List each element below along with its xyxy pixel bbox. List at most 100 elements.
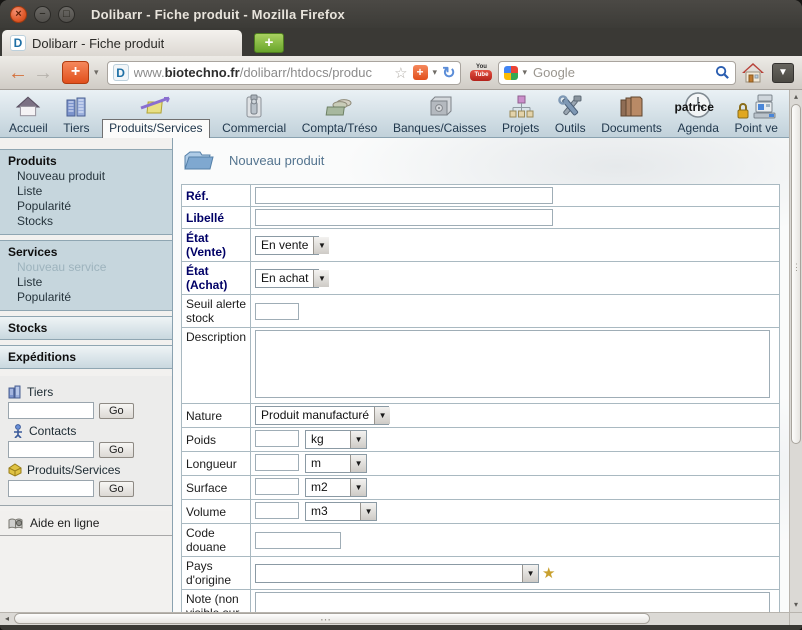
etat-achat-select[interactable]: En achat ▼ bbox=[255, 269, 319, 288]
search-box[interactable]: ▾ bbox=[498, 61, 736, 85]
sidebar-item-nouveau-produit[interactable]: Nouveau produit bbox=[0, 169, 172, 184]
menu-block-stocks[interactable]: Stocks bbox=[0, 316, 172, 340]
menu-label: Banques/Caisses bbox=[390, 120, 489, 136]
url-bar[interactable]: D www.biotechno.fr/dolibarr/htdocs/produ… bbox=[107, 61, 462, 85]
scroll-down-arrow-icon[interactable]: ▾ bbox=[790, 598, 802, 612]
sidebar-item-liste-services[interactable]: Liste bbox=[0, 275, 172, 290]
menu-item-agenda[interactable]: patrice Agenda bbox=[673, 91, 724, 137]
sidebar-item-popularite-produits[interactable]: Popularité bbox=[0, 199, 172, 214]
poids-input[interactable] bbox=[255, 430, 299, 447]
form-row-etat-achat: État (Achat) En achat ▼ bbox=[182, 262, 780, 295]
volume-unit-select[interactable]: m3▼ bbox=[305, 502, 377, 521]
nature-select[interactable]: Produit manufacturé ▼ bbox=[255, 406, 389, 425]
favorite-star-icon[interactable]: ★ bbox=[542, 565, 555, 582]
products-go-button[interactable]: Go bbox=[99, 481, 134, 497]
poids-unit-value: kg bbox=[306, 431, 350, 448]
close-button[interactable]: × bbox=[10, 6, 27, 23]
pays-select[interactable]: ▼ bbox=[255, 564, 539, 583]
back-button[interactable]: ← bbox=[8, 63, 28, 83]
download-button[interactable]: ▼ bbox=[772, 63, 794, 83]
contacts-search-input[interactable] bbox=[8, 441, 94, 458]
tab-dolibarr[interactable]: D Dolibarr - Fiche produit bbox=[2, 30, 242, 56]
vertical-scrollbar[interactable]: ▴ ⋮ ▾ bbox=[789, 90, 802, 612]
search-input[interactable] bbox=[531, 64, 711, 81]
maximize-button[interactable]: □ bbox=[58, 6, 75, 23]
etat-vente-select[interactable]: En vente ▼ bbox=[255, 236, 319, 255]
vertical-scrollbar-thumb[interactable]: ⋮ bbox=[791, 104, 801, 444]
select-caret-icon: ▼ bbox=[313, 237, 329, 254]
sidebar-item-stocks[interactable]: Stocks bbox=[0, 214, 172, 229]
description-textarea[interactable] bbox=[255, 330, 770, 398]
search-engine-caret-icon[interactable]: ▾ bbox=[522, 67, 527, 78]
menu-item-accueil[interactable]: Accueil bbox=[4, 91, 53, 137]
safe-icon bbox=[426, 92, 454, 120]
form-row-poids: Poids kg▼ bbox=[182, 428, 780, 452]
menu-item-documents[interactable]: Documents bbox=[596, 91, 667, 137]
page-title-text: Nouveau produit bbox=[229, 153, 324, 168]
menu-item-outils[interactable]: Outils bbox=[550, 91, 591, 137]
scroll-left-arrow-icon[interactable]: ◂ bbox=[0, 613, 14, 625]
libelle-input[interactable] bbox=[255, 209, 553, 226]
menu-item-point-vente[interactable]: Point ve bbox=[730, 91, 783, 137]
field-label-surface: Surface bbox=[182, 476, 251, 500]
menu-block-expeditions[interactable]: Expéditions bbox=[0, 345, 172, 369]
url-text[interactable]: www.biotechno.fr/dolibarr/htdocs/produc bbox=[134, 65, 390, 80]
menu-item-tiers[interactable]: Tiers bbox=[58, 91, 94, 137]
youtube-top-label: You bbox=[476, 64, 487, 70]
forward-button[interactable]: → bbox=[33, 63, 53, 83]
sidebar-item-liste-produits[interactable]: Liste bbox=[0, 184, 172, 199]
surface-unit-select[interactable]: m2▼ bbox=[305, 478, 367, 497]
form-row-note: Note (non visible sur les factures, bbox=[182, 590, 780, 613]
online-help-link[interactable]: Aide en ligne bbox=[0, 511, 172, 536]
ref-input[interactable] bbox=[255, 187, 553, 204]
plus-dropdown-caret-icon[interactable]: ▾ bbox=[94, 67, 99, 78]
horizontal-scrollbar[interactable]: ◂ ⋯ bbox=[0, 612, 802, 625]
menu-item-produits-services[interactable]: Produits/Services bbox=[100, 90, 211, 137]
product-box-icon bbox=[139, 91, 173, 119]
scroll-up-arrow-icon[interactable]: ▴ bbox=[790, 90, 802, 104]
help-book-icon bbox=[8, 517, 23, 530]
menu-item-compta-treso[interactable]: Compta/Tréso bbox=[297, 91, 383, 137]
field-label-nature: Nature bbox=[182, 404, 251, 428]
bookmark-star-icon[interactable]: ☆ bbox=[394, 64, 407, 82]
products-search-input[interactable] bbox=[8, 480, 94, 497]
menu-label: Documents bbox=[598, 120, 665, 136]
note-textarea[interactable] bbox=[255, 592, 770, 612]
longueur-input[interactable] bbox=[255, 454, 299, 471]
surface-input[interactable] bbox=[255, 478, 299, 495]
url-dropdown-caret-icon[interactable]: ▾ bbox=[433, 67, 438, 78]
volume-input[interactable] bbox=[255, 502, 299, 519]
form-row-seuil: Seuil alerte stock bbox=[182, 295, 780, 328]
code-douane-input[interactable] bbox=[255, 532, 341, 549]
menu-section-title: Produits bbox=[0, 152, 172, 169]
refresh-icon[interactable]: ↻ bbox=[442, 63, 455, 83]
folders-icon bbox=[618, 92, 646, 120]
home-button[interactable] bbox=[741, 62, 765, 84]
menu-label: Point ve bbox=[732, 120, 781, 136]
poids-unit-select[interactable]: kg▼ bbox=[305, 430, 367, 449]
seuil-input[interactable] bbox=[255, 303, 299, 320]
url-plus-icon[interactable]: + bbox=[413, 65, 428, 80]
tiers-go-button[interactable]: Go bbox=[99, 403, 134, 419]
longueur-unit-select[interactable]: m▼ bbox=[305, 454, 367, 473]
form-row-surface: Surface m2▼ bbox=[182, 476, 780, 500]
select-caret-icon: ▼ bbox=[374, 407, 390, 424]
tiers-search-input[interactable] bbox=[8, 402, 94, 419]
menu-label: Produits/Services bbox=[102, 119, 209, 138]
youtube-box-label: Tube bbox=[470, 70, 492, 81]
window-controls: × − □ bbox=[10, 6, 75, 23]
volume-unit-value: m3 bbox=[306, 503, 360, 520]
youtube-icon[interactable]: You Tube bbox=[469, 64, 493, 82]
form-row-libelle: Libellé bbox=[182, 207, 780, 229]
field-label-ref: Réf. bbox=[182, 185, 251, 207]
contacts-go-button[interactable]: Go bbox=[99, 442, 134, 458]
menu-item-commercial[interactable]: Commercial bbox=[217, 91, 291, 137]
menu-item-banques-caisses[interactable]: Banques/Caisses bbox=[388, 91, 491, 137]
horizontal-scrollbar-thumb[interactable]: ⋯ bbox=[14, 613, 650, 624]
new-tab-plus-button[interactable]: + bbox=[62, 61, 89, 84]
new-tab-button[interactable]: + bbox=[254, 33, 284, 53]
magnifier-icon[interactable] bbox=[715, 65, 730, 80]
sidebar-item-popularite-services[interactable]: Popularité bbox=[0, 290, 172, 305]
menu-item-projets[interactable]: Projets bbox=[497, 91, 544, 137]
minimize-button[interactable]: − bbox=[34, 6, 51, 23]
